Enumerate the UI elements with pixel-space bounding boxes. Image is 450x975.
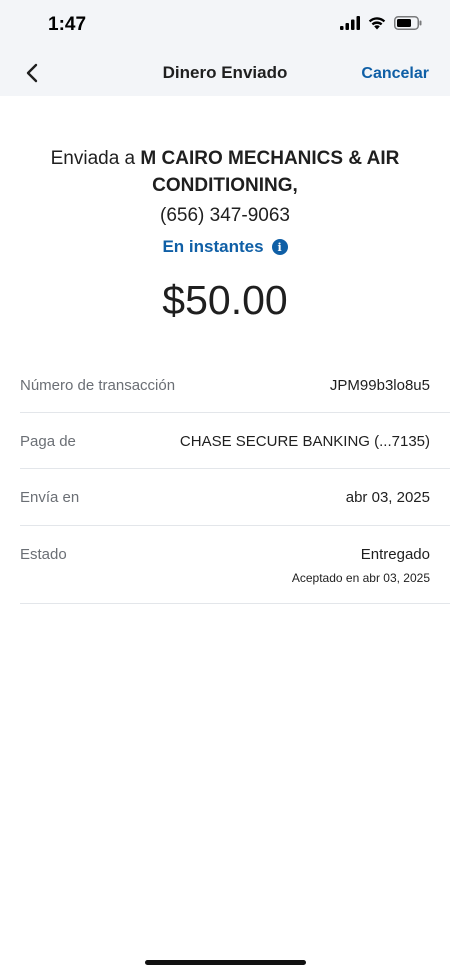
amount: $50.00: [162, 277, 288, 323]
wifi-icon: [368, 17, 386, 30]
recipient-line: Enviada a M CAIRO MECHANICS & AIR CONDIT…: [20, 145, 430, 199]
detail-row-send-on: Envía en abr 03, 2025: [20, 469, 450, 526]
detail-label: Envía en: [20, 489, 80, 506]
recipient-prefix: Enviada a: [50, 148, 136, 169]
transaction-details: Número de transacción JPM99b3lo8u5 Paga …: [20, 357, 450, 604]
recipient-name: M CAIRO MECHANICS & AIR CONDITIONING,: [140, 148, 400, 196]
detail-label: Número de transacción: [20, 377, 176, 394]
status-values: Entregado Aceptado en abr 03, 2025: [292, 546, 430, 585]
send-date: abr 03, 2025: [345, 489, 430, 506]
status-value: Entregado: [360, 546, 430, 563]
delivery-speed: En instantes i: [20, 237, 430, 257]
pay-from-account: CHASE SECURE BANKING (...7135): [179, 433, 430, 450]
cancel-button[interactable]: Cancelar: [361, 65, 429, 83]
detail-label: Estado: [20, 546, 67, 563]
cellular-signal-icon: [340, 16, 360, 30]
nav-bar: Dinero Enviado Cancelar: [0, 50, 450, 96]
info-icon[interactable]: i: [271, 239, 288, 255]
detail-row-status: Estado Entregado Aceptado en abr 03, 202…: [20, 526, 450, 604]
status-time: 1:47: [48, 14, 87, 35]
status-icons: [340, 16, 422, 30]
detail-row-pay-from: Paga de CHASE SECURE BANKING (...7135): [20, 413, 450, 469]
status-bar: 1:47: [0, 0, 450, 50]
status-accepted-date: Aceptado en abr 03, 2025: [291, 571, 430, 585]
recipient-phone: (656) 347-9063: [160, 205, 290, 226]
delivery-speed-label: En instantes: [162, 237, 264, 256]
detail-label: Paga de: [20, 433, 76, 450]
transaction-number: JPM99b3lo8u5: [329, 377, 430, 394]
battery-icon: [394, 16, 422, 30]
home-indicator[interactable]: [145, 960, 306, 965]
detail-row-transaction: Número de transacción JPM99b3lo8u5: [20, 357, 450, 413]
payment-summary: Enviada a M CAIRO MECHANICS & AIR CONDIT…: [20, 145, 430, 257]
